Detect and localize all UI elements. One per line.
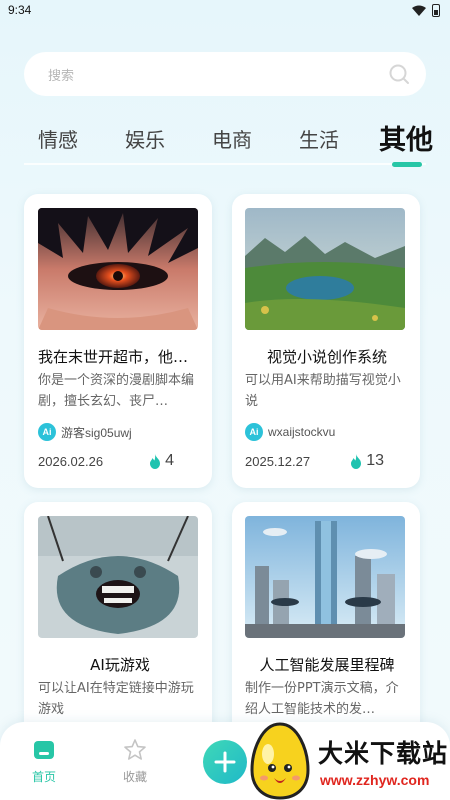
card-date: 2025.12.27 — [245, 454, 311, 469]
card-apocalypse-supermarket[interactable]: 我在末世开超市，他… 你是一个资深的漫剧脚本编剧，擅长玄幻、丧尸… Ai 游客s… — [24, 194, 212, 488]
card-description: 你是一个资深的漫剧脚本编剧，擅长玄幻、丧尸… — [38, 373, 195, 409]
card-visual-novel[interactable]: 视觉小说创作系统 可以用AI来帮助描写视觉小说 Ai wxaijstockvu … — [232, 194, 420, 488]
watermark-title: 大米下载站 — [318, 739, 449, 768]
anime-eye-image — [38, 208, 198, 330]
card-heat: 13 — [350, 452, 384, 470]
card-ai-milestones[interactable]: 人工智能发展里程碑 制作一份PPT演示文稿，介绍人工智能技术的发… — [232, 502, 420, 742]
create-button[interactable] — [203, 740, 247, 784]
watermark-url: www.zzhyw.com — [320, 772, 430, 788]
author-name: 游客sig05uwj — [61, 425, 132, 440]
card-author: Ai 游客sig05uwj — [38, 422, 132, 442]
nav-favorites-label: 收藏 — [122, 770, 147, 784]
egg-mascot-logo — [250, 722, 310, 800]
plus-icon — [214, 751, 236, 773]
tab-entertainment[interactable]: 娱乐 — [125, 124, 165, 153]
search-placeholder[interactable]: 搜索 — [48, 65, 74, 84]
card-description: 制作一份PPT演示文稿，介绍人工智能技术的发… — [245, 681, 399, 717]
tab-other[interactable]: 其他 — [379, 118, 433, 157]
star-icon — [124, 739, 146, 760]
tab-life[interactable]: 生活 — [299, 124, 339, 153]
search-icon[interactable] — [388, 63, 410, 85]
avatar: Ai — [38, 423, 56, 441]
fire-icon — [351, 453, 362, 469]
avatar: Ai — [245, 423, 263, 441]
wifi-icon — [412, 5, 426, 16]
battery-icon — [432, 4, 440, 17]
nav-home[interactable]: 首页 — [24, 738, 64, 785]
status-time: 9:34 — [8, 3, 32, 17]
search-bar[interactable]: 搜索 — [24, 52, 426, 96]
card-date: 2026.02.26 — [38, 454, 104, 469]
card-title: 人工智能发展里程碑 — [259, 656, 395, 674]
home-icon — [34, 741, 54, 759]
card-description: 可以让AI在特定链接中游玩游戏 — [38, 681, 194, 717]
status-icons — [412, 4, 440, 17]
tab-emotion[interactable]: 情感 — [38, 124, 78, 153]
card-title: AI玩游戏 — [90, 656, 150, 674]
card-ai-game[interactable]: AI玩游戏 可以让AI在特定链接中游玩游戏 — [24, 502, 212, 742]
card-title: 视觉小说创作系统 — [266, 348, 387, 366]
tab-ecommerce[interactable]: 电商 — [212, 124, 252, 153]
card-title: 我在末世开超市，他… — [38, 348, 189, 366]
nav-home-label: 首页 — [31, 770, 56, 784]
tabs-divider — [24, 163, 426, 165]
category-tabs: 情感 娱乐 电商 生活 其他 — [0, 118, 450, 168]
futuristic-city-image — [245, 516, 405, 638]
card-description: 可以用AI来帮助描写视觉小说 — [245, 373, 401, 409]
heat-count: 13 — [366, 452, 384, 469]
active-tab-indicator — [392, 162, 422, 167]
watermark: 大米下载站 www.zzhyw.com — [248, 718, 450, 800]
card-author: Ai wxaijstockvu — [245, 422, 335, 442]
status-bar: 9:34 — [0, 0, 450, 22]
fire-icon — [150, 453, 161, 469]
landscape-lake-image — [245, 208, 405, 330]
card-heat: 4 — [149, 452, 174, 470]
author-name: wxaijstockvu — [268, 425, 336, 439]
nav-favorites[interactable]: 收藏 — [115, 738, 155, 785]
funny-creature-image — [38, 516, 198, 638]
heat-count: 4 — [165, 452, 174, 469]
